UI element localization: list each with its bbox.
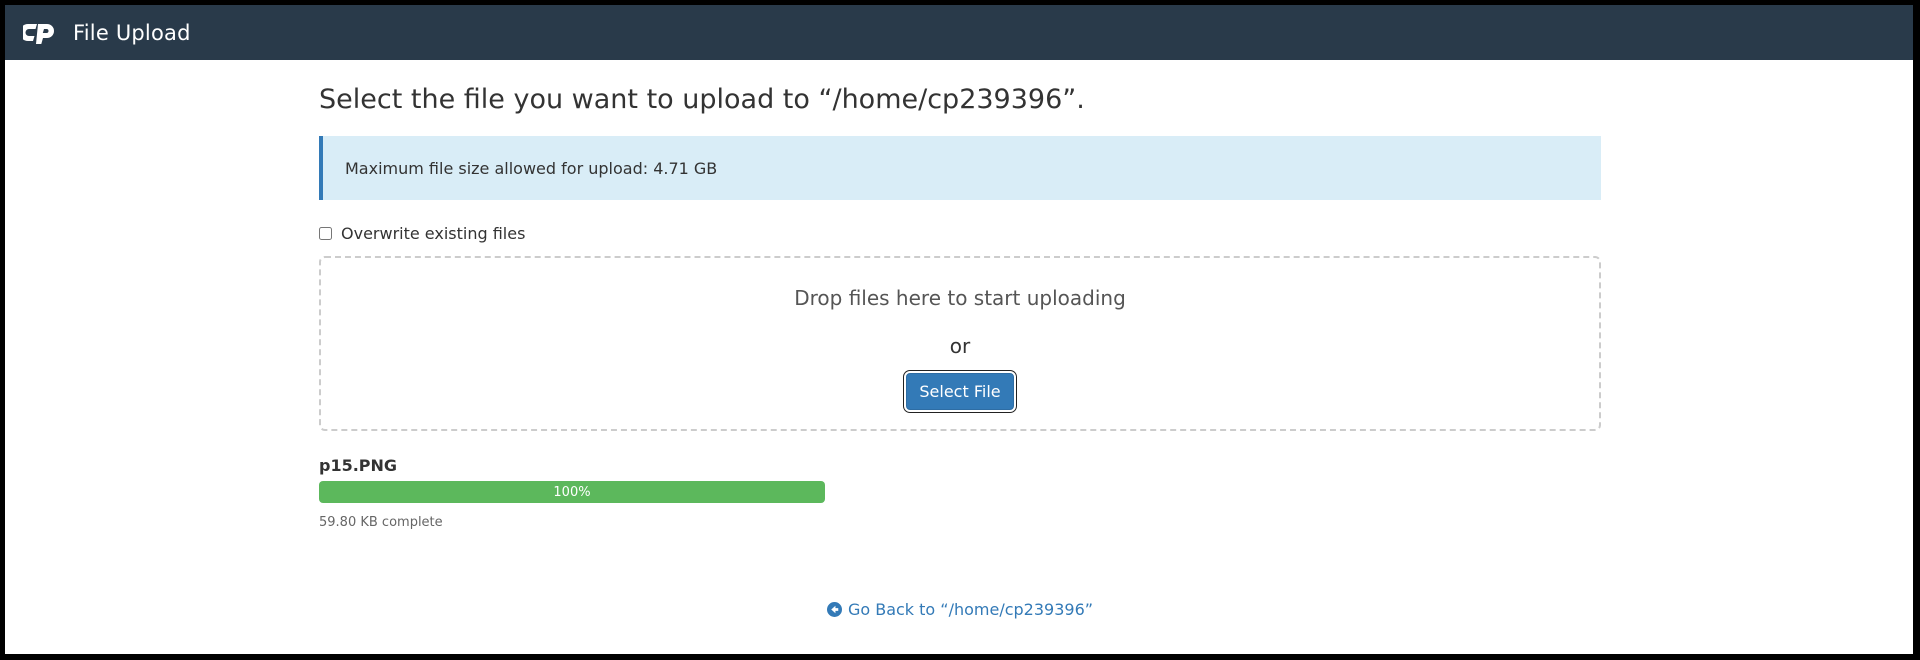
app-title: File Upload xyxy=(73,20,191,45)
progress-track: 100% xyxy=(319,481,825,503)
go-back-label: Go Back to “/home/cp239396” xyxy=(847,600,1094,619)
arrow-circle-left-icon xyxy=(826,602,842,617)
back-link-container: Go Back to “/home/cp239396” xyxy=(319,600,1601,621)
upload-window: File Upload Select the file you want to … xyxy=(5,5,1913,654)
info-alert: Maximum file size allowed for upload: 4.… xyxy=(319,136,1601,200)
upload-status: 59.80 KB complete xyxy=(319,515,443,530)
top-bar: File Upload xyxy=(5,5,1913,60)
cpanel-logo-icon[interactable] xyxy=(23,18,61,48)
overwrite-checkbox[interactable] xyxy=(319,227,332,240)
select-file-button[interactable]: Select File xyxy=(906,373,1014,410)
go-back-link[interactable]: Go Back to “/home/cp239396” xyxy=(826,600,1094,619)
overwrite-option[interactable]: Overwrite existing files xyxy=(319,224,1601,243)
progress-label: 100% xyxy=(553,484,591,500)
upload-item: p15.PNG 100% 59.80 KB complete xyxy=(319,456,825,530)
max-size-text: Maximum file size allowed for upload: 4.… xyxy=(345,158,718,178)
file-name: p15.PNG xyxy=(319,456,398,475)
drop-zone[interactable]: Drop files here to start uploading or Se… xyxy=(319,256,1601,431)
overwrite-label: Overwrite existing files xyxy=(341,224,526,243)
drop-text: Drop files here to start uploading xyxy=(794,286,1126,310)
page-title: Select the file you want to upload to “/… xyxy=(319,84,1085,115)
progress-bar: 100% xyxy=(319,481,825,503)
or-text: or xyxy=(949,334,971,358)
main-content: Select the file you want to upload to “/… xyxy=(319,60,1601,619)
